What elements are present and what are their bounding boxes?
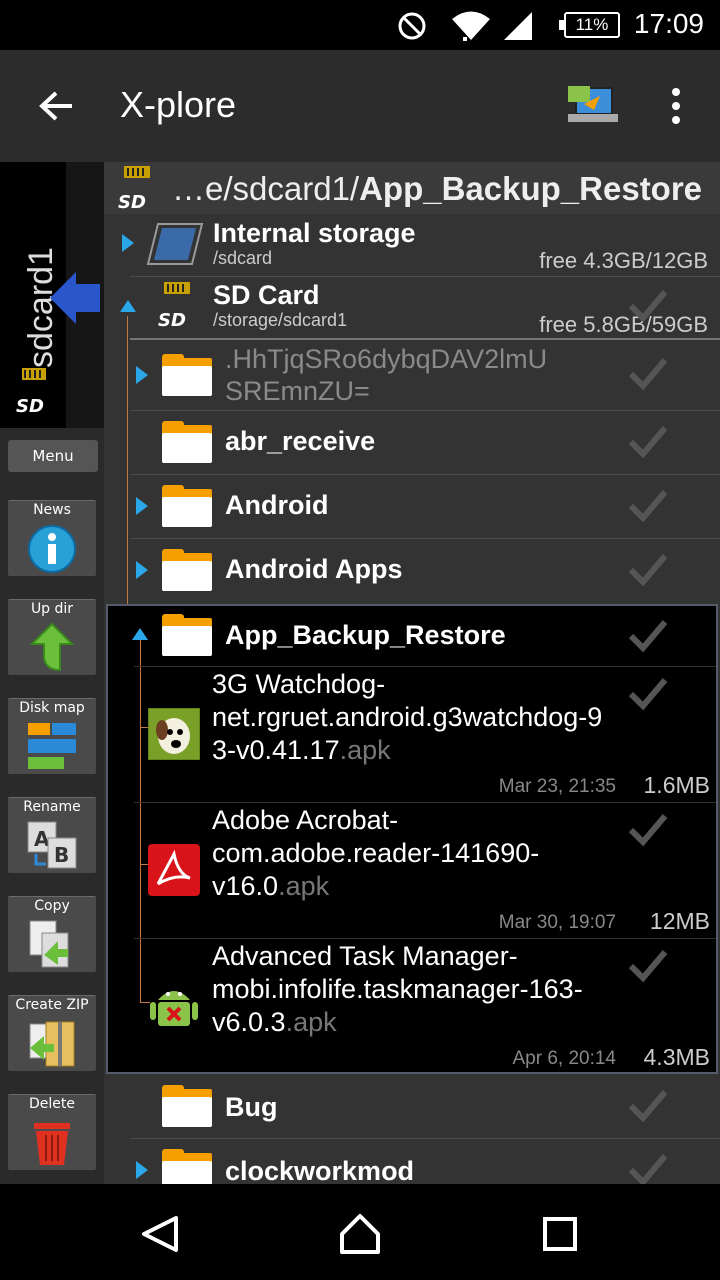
overflow-menu-icon[interactable] <box>664 86 688 126</box>
phone-icon <box>146 223 204 265</box>
home-icon[interactable] <box>338 1212 382 1256</box>
disk-map-button[interactable]: Disk map <box>8 698 96 774</box>
action-bar: X-plore <box>0 50 720 162</box>
current-path: …e/sdcard1/App_Backup_Restore <box>172 170 703 207</box>
copy-icon <box>29 920 69 968</box>
file-row[interactable]: Advanced Task Manager- mobi.infolife.tas… <box>104 940 720 1074</box>
svg-text:B: B <box>54 843 69 867</box>
do-not-disturb-icon <box>398 12 426 40</box>
rename-button[interactable]: Rename A B <box>8 797 96 873</box>
checkmark-icon[interactable] <box>628 550 668 590</box>
checkmark-icon[interactable] <box>628 1086 668 1126</box>
status-bar: 11% 17:09 <box>0 0 720 50</box>
folder-row-current[interactable]: App_Backup_Restore <box>104 606 720 668</box>
expand-arrow-icon[interactable] <box>136 1161 148 1179</box>
navigation-bar <box>0 1184 720 1280</box>
checkmark-icon[interactable] <box>628 354 668 394</box>
zip-icon <box>29 1021 75 1067</box>
checkmark-icon[interactable] <box>628 810 668 850</box>
up-arrow-icon <box>29 622 75 672</box>
folder-icon <box>162 485 212 527</box>
sd-card-icon: SD <box>16 368 46 416</box>
checkmark-icon[interactable] <box>628 1150 668 1184</box>
checkmark-icon[interactable] <box>628 422 668 462</box>
storage-row-internal[interactable]: Internal storage /sdcard free 4.3GB/12GB <box>104 214 720 276</box>
checkmark-icon[interactable] <box>628 616 668 656</box>
disk-map-icon <box>28 723 76 769</box>
clock: 17:09 <box>633 8 704 39</box>
blue-arrow-icon <box>50 272 100 324</box>
info-icon <box>28 525 76 573</box>
checkmark-icon[interactable] <box>628 946 668 986</box>
recent-apps-icon[interactable] <box>542 1216 578 1252</box>
folder-row[interactable]: abr_receive <box>104 410 720 474</box>
folder-icon <box>162 354 212 396</box>
volume-strip[interactable]: sdcard1 SD <box>0 162 104 428</box>
svg-text:SD: SD <box>158 310 186 330</box>
news-button[interactable]: News <box>8 500 96 576</box>
file-row[interactable]: Adobe Acrobat- com.adobe.reader-141690- … <box>104 804 720 938</box>
android-task-manager-icon <box>150 991 198 1026</box>
folder-row[interactable]: .HhTjqSRo6dybqDAV2lmU SREmnZU= <box>104 340 720 410</box>
copy-button[interactable]: Copy <box>8 896 96 972</box>
expand-arrow-icon[interactable] <box>136 561 148 579</box>
expand-arrow-icon[interactable] <box>136 366 148 384</box>
expanded-arrow-icon[interactable] <box>132 628 148 640</box>
create-zip-button[interactable]: Create ZIP <box>8 995 96 1071</box>
checkmark-icon[interactable] <box>628 486 668 526</box>
up-dir-button[interactable]: Up dir <box>8 599 96 675</box>
back-icon[interactable] <box>140 1214 180 1254</box>
svg-text:SD: SD <box>16 396 44 416</box>
storage-row-sdcard[interactable]: SD SD Card /storage/sdcard1 free 5.8GB/5… <box>104 276 720 338</box>
folder-icon <box>162 1149 212 1184</box>
folder-icon <box>162 1085 212 1127</box>
folder-icon <box>162 614 212 656</box>
path-bar: SD …e/sdcard1/App_Backup_Restore <box>104 162 720 214</box>
left-panel: sdcard1 SD Menu News Up dir Disk map Ren… <box>0 162 104 1184</box>
expand-arrow-icon[interactable] <box>122 234 134 252</box>
adobe-reader-icon <box>148 844 200 896</box>
folder-row[interactable]: Android Apps <box>104 538 720 602</box>
checkmark-icon[interactable] <box>628 286 668 326</box>
delete-button[interactable]: Delete <box>8 1094 96 1170</box>
menu-button[interactable]: Menu <box>8 440 98 472</box>
back-arrow-icon[interactable] <box>38 88 74 124</box>
svg-text:SD: SD <box>118 192 146 212</box>
folder-icon <box>162 421 212 463</box>
file-row[interactable]: 3G Watchdog- net.rgruet.android.g3watchd… <box>104 668 720 802</box>
app-title: X-plore <box>120 84 237 125</box>
folder-row[interactable]: Bug <box>104 1074 720 1138</box>
expand-arrow-icon[interactable] <box>136 497 148 515</box>
trash-icon <box>34 1123 70 1165</box>
wifi-file-sharing-icon[interactable] <box>564 84 620 130</box>
expanded-arrow-icon[interactable] <box>120 300 136 312</box>
signal-icon <box>504 12 532 40</box>
folder-icon <box>162 549 212 591</box>
folder-row[interactable]: clockworkmod <box>104 1138 720 1184</box>
sd-card-icon: SD <box>158 282 190 330</box>
rename-icon: A B <box>27 821 77 869</box>
watchdog-app-icon <box>148 708 200 760</box>
battery-indicator: 11% <box>559 12 620 38</box>
wifi-icon <box>452 11 490 41</box>
checkmark-icon[interactable] <box>628 674 668 714</box>
sd-card-icon: SD <box>118 166 150 212</box>
folder-row[interactable]: Android <box>104 474 720 538</box>
file-pane: SD …e/sdcard1/App_Backup_Restore Interna… <box>104 162 720 1184</box>
